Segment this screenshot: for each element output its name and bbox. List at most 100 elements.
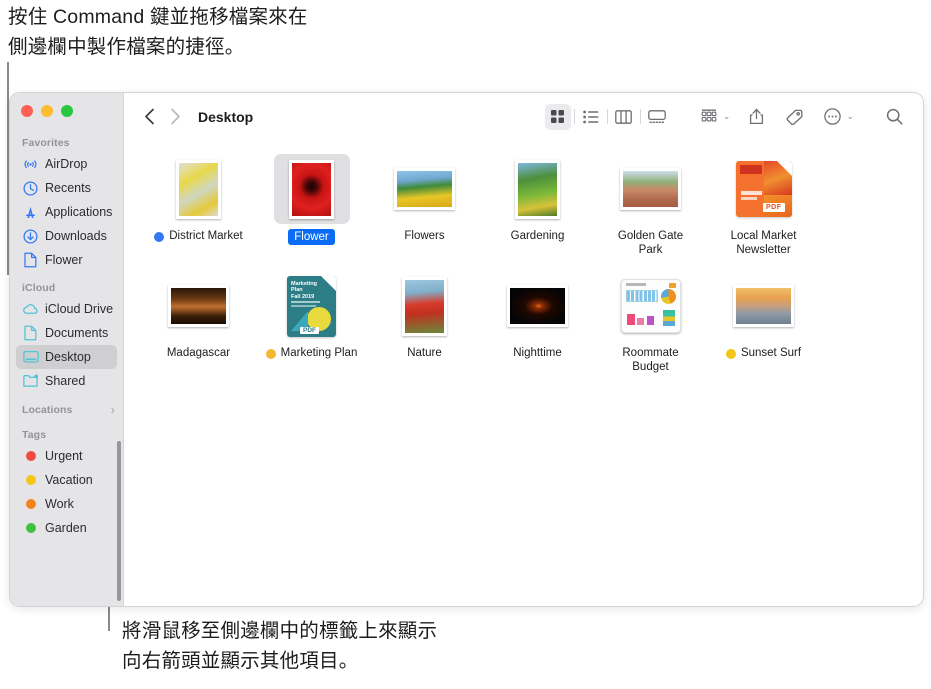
sidebar-item-work[interactable]: Work bbox=[16, 492, 117, 516]
file-thumbnail-wrap[interactable] bbox=[500, 154, 576, 224]
file-label[interactable]: Flowers bbox=[404, 229, 444, 243]
file-thumbnail-wrap[interactable] bbox=[387, 154, 463, 224]
file-label-row: Roommate Budget bbox=[596, 346, 706, 374]
sidebar-item-label: Documents bbox=[45, 326, 109, 340]
file-thumbnail-photo bbox=[620, 168, 681, 210]
file-thumbnail-photo bbox=[176, 159, 221, 219]
file-label[interactable]: Marketing Plan bbox=[281, 346, 358, 360]
file-item[interactable]: Flower bbox=[255, 154, 368, 257]
icon-view-button[interactable] bbox=[544, 103, 571, 130]
window-minimize-button[interactable] bbox=[41, 105, 53, 117]
more-actions-button[interactable] bbox=[819, 104, 845, 130]
document-icon bbox=[22, 252, 39, 268]
file-item[interactable]: Madagascar bbox=[142, 271, 255, 374]
file-thumbnail-photo bbox=[394, 168, 455, 210]
file-thumbnail-wrap[interactable] bbox=[613, 154, 689, 224]
shared-folder-icon bbox=[22, 374, 39, 388]
share-button[interactable] bbox=[743, 104, 769, 130]
file-item[interactable]: Marketing Plan Fall 2019 PDF Marketing Pla… bbox=[255, 271, 368, 374]
file-thumbnail-wrap[interactable]: Marketing Plan Fall 2019 PDF bbox=[274, 271, 350, 341]
main-pane: Desktop ⌄ ⌄ District Market Flower Flowe… bbox=[124, 93, 923, 606]
file-thumbnail-wrap[interactable] bbox=[726, 271, 802, 341]
file-item[interactable]: PDF Local Market Newsletter bbox=[707, 154, 820, 257]
sidebar-item-downloads[interactable]: Downloads bbox=[16, 224, 117, 248]
sidebar-item-label: Downloads bbox=[45, 229, 107, 243]
file-thumbnail-wrap[interactable] bbox=[161, 271, 237, 341]
file-item[interactable]: District Market bbox=[142, 154, 255, 257]
file-thumbnail-photo bbox=[402, 276, 447, 336]
gallery-view-button[interactable] bbox=[644, 104, 670, 130]
file-item[interactable]: Golden Gate Park bbox=[594, 154, 707, 257]
file-label[interactable]: Nature bbox=[407, 346, 442, 360]
file-item[interactable]: Gardening bbox=[481, 154, 594, 257]
sidebar-item-icloud-drive[interactable]: iCloud Drive bbox=[16, 297, 117, 321]
file-item[interactable]: Flowers bbox=[368, 154, 481, 257]
sidebar-section-title: Locations bbox=[22, 403, 73, 416]
file-label[interactable]: Flower bbox=[288, 229, 335, 245]
sidebar-item-label: Urgent bbox=[45, 449, 83, 463]
file-thumbnail-wrap[interactable]: PDF bbox=[726, 154, 802, 224]
chevron-right-icon[interactable]: › bbox=[111, 403, 115, 416]
group-by-button[interactable] bbox=[696, 104, 722, 130]
back-button[interactable] bbox=[136, 104, 162, 130]
file-thumbnail-wrap[interactable] bbox=[161, 154, 237, 224]
sidebar-item-vacation[interactable]: Vacation bbox=[16, 468, 117, 492]
forward-button[interactable] bbox=[162, 104, 188, 130]
file-item[interactable]: Nature bbox=[368, 271, 481, 374]
file-label[interactable]: Madagascar bbox=[167, 346, 230, 360]
file-thumbnail-photo bbox=[515, 159, 560, 219]
file-label[interactable]: Local Market Newsletter bbox=[720, 229, 808, 257]
file-label-row: Marketing Plan bbox=[257, 346, 367, 360]
tag-dot bbox=[22, 451, 39, 461]
search-button[interactable] bbox=[881, 104, 907, 130]
file-thumbnail-pdf: PDF bbox=[735, 161, 792, 217]
file-label-row: Madagascar bbox=[144, 346, 254, 360]
breadcrumb[interactable]: Desktop bbox=[198, 109, 253, 125]
window-close-button[interactable] bbox=[21, 105, 33, 117]
tags-button[interactable] bbox=[781, 104, 807, 130]
column-view-button[interactable] bbox=[611, 104, 637, 130]
group-by-chevron-icon[interactable]: ⌄ bbox=[723, 111, 731, 122]
file-thumbnail-wrap[interactable] bbox=[500, 271, 576, 341]
file-thumbnail-wrap[interactable] bbox=[273, 154, 350, 224]
toolbar-separator bbox=[639, 109, 641, 124]
file-thumbnail-photo bbox=[507, 285, 568, 327]
file-thumbnail-wrap[interactable] bbox=[613, 271, 689, 341]
toolbar-separator bbox=[573, 109, 575, 124]
file-label[interactable]: Nighttime bbox=[513, 346, 562, 360]
sidebar-item-label: Desktop bbox=[45, 350, 91, 364]
sidebar-item-applications[interactable]: Applications bbox=[16, 200, 117, 224]
sidebar-item-desktop[interactable]: Desktop bbox=[16, 345, 117, 369]
finder-window: Favorites AirDrop Recents Applications D… bbox=[9, 92, 924, 607]
sidebar-scrollbar[interactable] bbox=[117, 441, 121, 601]
file-item[interactable]: Sunset Surf bbox=[707, 271, 820, 374]
file-tag-dot bbox=[154, 232, 165, 242]
sidebar-item-airdrop[interactable]: AirDrop bbox=[16, 152, 117, 176]
sidebar-item-garden[interactable]: Garden bbox=[16, 516, 117, 540]
sidebar-item-documents[interactable]: Documents bbox=[16, 321, 117, 345]
file-label[interactable]: District Market bbox=[169, 229, 242, 243]
file-label[interactable]: Roommate Budget bbox=[607, 346, 695, 374]
file-tag-dot bbox=[265, 349, 276, 359]
annotation-top-text: 按住 Command 鍵並拖移檔案來在 側邊欄中製作檔案的捷徑。 bbox=[8, 6, 308, 58]
sidebar-item-label: Shared bbox=[45, 374, 86, 388]
sidebar-item-flower[interactable]: Flower bbox=[16, 248, 117, 272]
window-zoom-button[interactable] bbox=[61, 105, 73, 117]
file-label[interactable]: Gardening bbox=[511, 229, 565, 243]
sidebar-item-label: Applications bbox=[45, 205, 113, 219]
more-actions-chevron-icon[interactable]: ⌄ bbox=[846, 111, 854, 122]
sidebar-item-urgent[interactable]: Urgent bbox=[16, 444, 117, 468]
file-label-row: Local Market Newsletter bbox=[709, 229, 819, 257]
file-thumbnail-wrap[interactable] bbox=[387, 271, 463, 341]
file-item[interactable]: Roommate Budget bbox=[594, 271, 707, 374]
list-view-button[interactable] bbox=[578, 104, 604, 130]
file-label[interactable]: Sunset Surf bbox=[741, 346, 801, 360]
file-thumbnail-photo bbox=[289, 159, 334, 219]
sidebar-item-label: Flower bbox=[45, 253, 83, 267]
sidebar-item-recents[interactable]: Recents bbox=[16, 176, 117, 200]
clock-icon bbox=[22, 180, 39, 196]
sidebar-section-title: iCloud bbox=[22, 282, 56, 294]
file-label[interactable]: Golden Gate Park bbox=[607, 229, 695, 257]
sidebar-item-shared[interactable]: Shared bbox=[16, 369, 117, 393]
file-item[interactable]: Nighttime bbox=[481, 271, 594, 374]
